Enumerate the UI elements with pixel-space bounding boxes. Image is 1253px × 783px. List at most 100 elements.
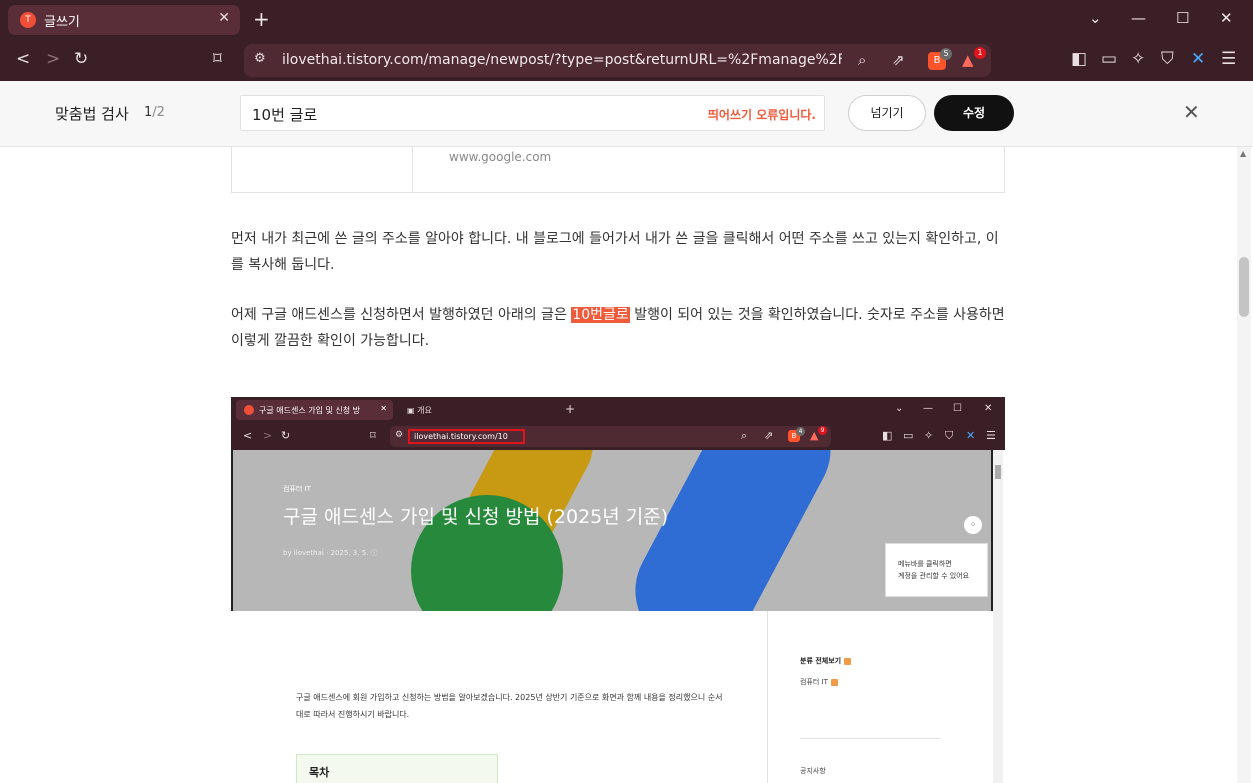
screenshot-chevron-icon: ⌄	[895, 403, 904, 414]
screenshot-sidebar-divider	[767, 611, 768, 783]
screenshot-share-icon: ⇗	[764, 429, 774, 442]
screenshot-scrollbar	[993, 450, 1003, 783]
screenshot-reload-icon: ↻	[281, 429, 291, 442]
tistory-favicon-icon: T	[20, 12, 36, 28]
site-settings-icon[interactable]: ⚙	[254, 51, 266, 66]
sidebar-toggle-icon[interactable]: ◧	[1071, 49, 1087, 69]
close-window-button[interactable]: ✕	[1220, 9, 1233, 27]
screenshot-tab1-title: 구글 애드센스 가입 및 신청 방	[259, 406, 361, 415]
paragraph-2[interactable]: 어제 구글 애드센스를 신청하면서 발행하였던 아래의 글은 10번글로 발행이…	[231, 302, 1006, 354]
wallet-icon[interactable]: ▭	[1101, 49, 1117, 69]
screenshot-rewards-badge: 9	[818, 426, 827, 435]
new-badge-icon	[844, 657, 852, 665]
forward-button[interactable]: >	[46, 49, 60, 69]
screenshot-nav-bar: < > ↻ ⌑ ⚙ ilovethai.tistory.com/10 ⌕ ⇗ B…	[231, 423, 1005, 450]
link-card-url: www.google.com	[449, 150, 552, 164]
new-badge-icon	[830, 678, 838, 686]
page-scrollbar[interactable]: ▲	[1237, 147, 1251, 783]
screenshot-toc-label: 목차	[309, 766, 330, 779]
screenshot-tooltip: 메뉴바를 클릭하면 계정을 관리할 수 있어요	[885, 543, 988, 597]
screenshot-toc: 목차	[296, 754, 498, 783]
screenshot-tab-bar: 구글 애드센스 가입 및 신청 방 ✕ ▣ 개요 + ⌄ — ☐ ✕	[231, 397, 1005, 423]
new-tab-button[interactable]: +	[253, 7, 270, 31]
screenshot-bookmark-icon: ⌑	[370, 429, 376, 442]
screenshot-scrollbar-thumb	[995, 465, 1001, 479]
fix-button[interactable]: 수정	[934, 95, 1014, 131]
back-button[interactable]: <	[16, 49, 30, 69]
url-text[interactable]: ilovethai.tistory.com/manage/newpost/?ty…	[282, 52, 842, 68]
screenshot-post-meta-text: by ilovethai · 2025. 3. 5.	[283, 549, 369, 557]
screenshot-forward-icon: >	[263, 429, 273, 442]
link-card[interactable]: www.google.com	[231, 147, 1005, 193]
screenshot-zoom-icon: ⌕	[741, 429, 748, 442]
screenshot-rewards-icon: ▲ 9	[810, 426, 827, 442]
scroll-up-arrow-icon[interactable]: ▲	[1240, 149, 1246, 158]
tab-list-chevron-icon[interactable]: ⌄	[1089, 9, 1102, 27]
screenshot-hero-banner: 컴퓨터 IT 구글 애드센스 가입 및 신청 방법 (2025년 기준) by …	[233, 450, 992, 611]
tab-title: 글쓰기	[44, 15, 80, 30]
paragraph-2-start: 어제 구글 애드센스를 신청하면서 발행하였던 아래의 글은	[231, 307, 572, 323]
screenshot-tab2-title: 개요	[417, 406, 432, 415]
brave-rewards-icon[interactable]: ▲ 1	[962, 47, 986, 69]
screenshot-sidebar-category-label: 컴퓨터 IT	[800, 678, 828, 686]
browser-tab-bar: T 글쓰기 ✕ + ⌄ — ☐ ✕	[0, 0, 1253, 40]
minimize-button[interactable]: —	[1131, 9, 1146, 27]
screenshot-sidebar-all-label: 분류 전체보기	[800, 657, 842, 665]
menu-icon[interactable]: ☰	[1221, 49, 1236, 69]
screenshot-minimize-icon: —	[923, 403, 933, 414]
brave-shields-icon[interactable]: B5	[928, 48, 952, 70]
spellcheck-counter: 1/2	[144, 105, 165, 120]
browser-nav-bar: < > ↻ ⌑ ⚙ ilovethai.tistory.com/manage/n…	[0, 40, 1253, 81]
adsense-logo-blue	[614, 450, 852, 611]
rewards-badge: 1	[974, 47, 986, 59]
address-bar[interactable]: ⚙ ilovethai.tistory.com/manage/newpost/?…	[244, 44, 991, 77]
screenshot-extension-icon: ✕	[966, 429, 976, 442]
screenshot-sidebar-category: 컴퓨터 IT	[800, 677, 838, 687]
share-icon[interactable]: ⇗	[892, 51, 905, 69]
spellcheck-title: 맞춤법 검사	[55, 105, 129, 123]
screenshot-menu-button-icon: ⁘	[964, 516, 982, 534]
screenshot-maximize-icon: ☐	[953, 403, 962, 414]
tab-write[interactable]: T 글쓰기 ✕	[8, 5, 240, 35]
link-card-divider	[412, 147, 413, 192]
screenshot-wallet-icon: ▭	[903, 429, 914, 442]
zoom-icon[interactable]: ⌕	[858, 51, 866, 69]
spellcheck-input-value[interactable]: 10번 글로	[252, 104, 317, 125]
screenshot-sidebar-rule	[800, 738, 940, 739]
spellcheck-close-icon[interactable]: ✕	[1183, 100, 1200, 124]
paragraph-1[interactable]: 먼저 내가 최근에 쓴 글의 주소를 알아야 합니다. 내 블로그에 들어가서 …	[231, 226, 1006, 278]
screenshot-close-icon: ✕	[984, 403, 993, 414]
screenshot-post-title: 구글 애드센스 가입 및 신청 방법 (2025년 기준)	[283, 506, 669, 528]
maximize-button[interactable]: ☐	[1176, 9, 1189, 27]
screenshot-tooltip-line1: 메뉴바를 클릭하면	[898, 560, 952, 568]
reload-icon[interactable]: ↻	[74, 49, 88, 69]
screenshot-new-tab-icon: +	[565, 402, 576, 416]
screenshot-favicon-icon	[244, 405, 254, 415]
screenshot-tab-close-icon: ✕	[380, 404, 387, 413]
spelling-highlight[interactable]: 10번글로	[571, 307, 630, 323]
spellcheck-input[interactable]: 10번 글로 띄어쓰기 오류입니다.	[240, 95, 825, 131]
screenshot-brave-icon: B4	[788, 427, 805, 442]
tab-close-icon[interactable]: ✕	[218, 10, 230, 26]
screenshot-info-icon: ⓘ	[370, 549, 378, 557]
screenshot-sidebar-all: 분류 전체보기	[800, 656, 852, 666]
brave-badge: 5	[940, 48, 952, 60]
screenshot-sidebar-icon: ◧	[882, 429, 893, 442]
scrollbar-thumb[interactable]	[1239, 257, 1249, 317]
screenshot-back-icon: <	[243, 429, 253, 442]
spellcheck-bar: 맞춤법 검사 1/2 10번 글로 띄어쓰기 오류입니다. 넘기기 수정 ✕	[0, 81, 1253, 147]
skip-button[interactable]: 넘기기	[848, 95, 926, 131]
screenshot-vpn-icon: ⛉	[945, 429, 954, 442]
screenshot-brave-badge: 4	[796, 427, 805, 436]
screenshot-post-meta: by ilovethai · 2025. 3. 5. ⓘ	[283, 548, 378, 558]
extension-icon[interactable]: ✕	[1191, 49, 1205, 69]
ai-assistant-icon[interactable]: ✧	[1131, 49, 1145, 69]
vpn-shield-icon[interactable]: ⛉	[1161, 49, 1174, 69]
screenshot-tab-overview: ▣ 개요	[407, 406, 432, 415]
bookmark-icon[interactable]: ⌑	[213, 49, 222, 69]
screenshot-tab-post: 구글 애드센스 가입 및 신청 방 ✕	[236, 400, 393, 420]
screenshot-post-category: 컴퓨터 IT	[283, 485, 311, 493]
screenshot-intro-text: 구글 애드센스에 회원 가입하고 신청하는 방법을 알아보겠습니다. 2025년…	[296, 693, 723, 719]
embedded-screenshot[interactable]: 구글 애드센스 가입 및 신청 방 ✕ ▣ 개요 + ⌄ — ☐ ✕ < > ↻…	[231, 397, 1005, 783]
screenshot-menu-icon: ☰	[986, 429, 996, 442]
